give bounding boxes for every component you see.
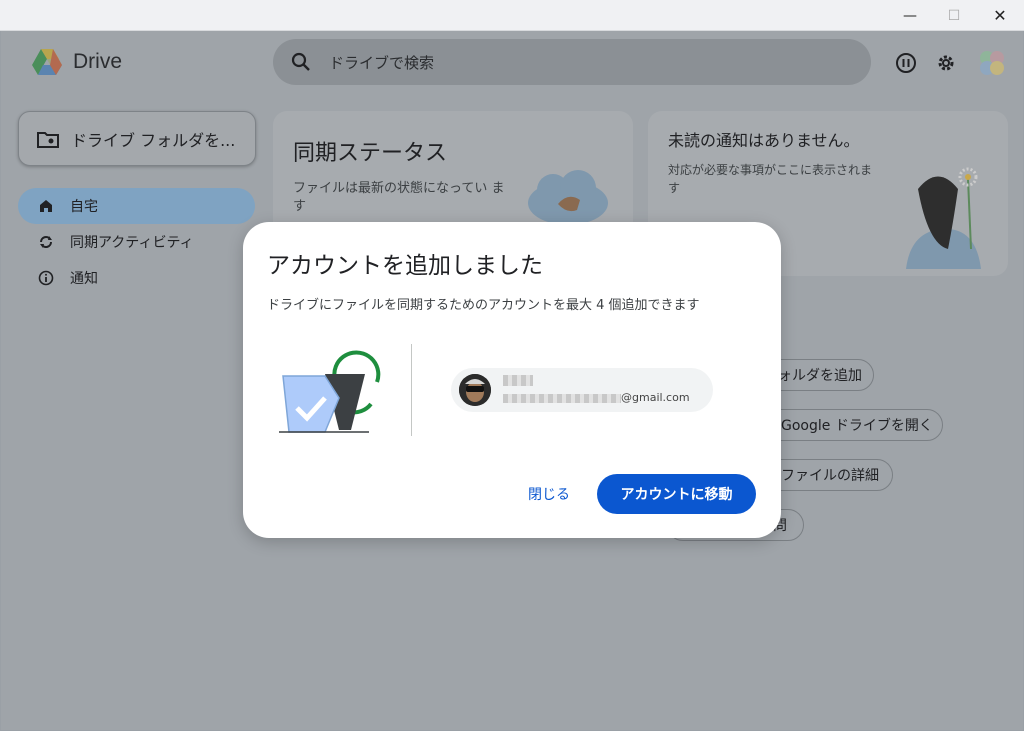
dialog-divider	[411, 344, 412, 436]
sidebar-item-label: 自宅	[70, 199, 98, 215]
account-avatar-icon[interactable]	[975, 46, 1009, 80]
app-name: Drive	[73, 50, 123, 73]
search-bar[interactable]: ドライブで検索	[273, 39, 871, 85]
pause-sync-icon[interactable]	[894, 51, 918, 75]
gear-icon[interactable]	[934, 51, 958, 75]
notifications-title: 未読の通知はありません。	[668, 131, 860, 150]
sidebar-item-home[interactable]: 自宅	[18, 188, 255, 224]
drive-folder-label: ドライブ フォルダを...	[71, 130, 236, 150]
cloud-dog-illustration	[528, 170, 608, 225]
minimize-button[interactable]: —	[887, 0, 933, 31]
folder-icon	[37, 131, 59, 148]
person-flower-illustration	[906, 167, 981, 269]
sidebar-item-label: 通知	[70, 271, 98, 287]
folder-sync-illustration	[279, 350, 381, 433]
sidebar-item-sync-activity[interactable]: 同期アクティビティ	[18, 224, 255, 260]
close-window-button[interactable]: ✕	[977, 0, 1023, 31]
sync-status-title: 同期ステータス	[293, 141, 448, 166]
account-added-dialog: アカウントを追加しました ドライブにファイルを同期するためのアカウントを最大 4…	[243, 222, 781, 538]
sidebar-item-label: 同期アクティビティ	[70, 235, 194, 251]
go-to-account-button[interactable]: アカウントに移動	[597, 474, 756, 514]
close-button[interactable]: 閉じる	[528, 484, 570, 504]
search-icon	[291, 52, 310, 71]
chip-label: ファイルの詳細	[781, 468, 879, 484]
search-input[interactable]: ドライブで検索	[329, 52, 434, 73]
account-name	[503, 373, 533, 388]
sync-icon	[40, 236, 52, 248]
chip-label: Google ドライブを開く	[781, 418, 933, 434]
sync-status-subtitle: ファイルは最新の状態になってい ます	[293, 181, 505, 214]
dialog-description: ドライブにファイルを同期するためのアカウントを最大 4 個追加できます	[267, 298, 700, 313]
drive-folder-button[interactable]: ドライブ フォルダを...	[18, 111, 256, 166]
dialog-title: アカウントを追加しました	[267, 253, 543, 279]
avatar	[459, 374, 491, 406]
account-email-suffix: @gmail.com	[621, 391, 690, 404]
account-email: @gmail.com	[503, 391, 690, 404]
account-chip: @gmail.com	[451, 368, 713, 412]
window-titlebar: — ☐ ✕	[0, 0, 1024, 31]
drive-logo-icon	[32, 49, 62, 75]
notifications-subtitle: 対応が必要な事項がここに表示されま す	[668, 163, 873, 195]
chip-label: ォルダを追加	[778, 368, 862, 384]
drive-logo: Drive	[31, 48, 122, 76]
maximize-button[interactable]: ☐	[931, 0, 977, 31]
info-icon	[38, 270, 54, 286]
chip-open-google-drive[interactable]: Google ドライブを開く	[761, 409, 943, 441]
home-icon	[40, 200, 52, 212]
sidebar-item-notifications[interactable]: 通知	[18, 260, 255, 296]
